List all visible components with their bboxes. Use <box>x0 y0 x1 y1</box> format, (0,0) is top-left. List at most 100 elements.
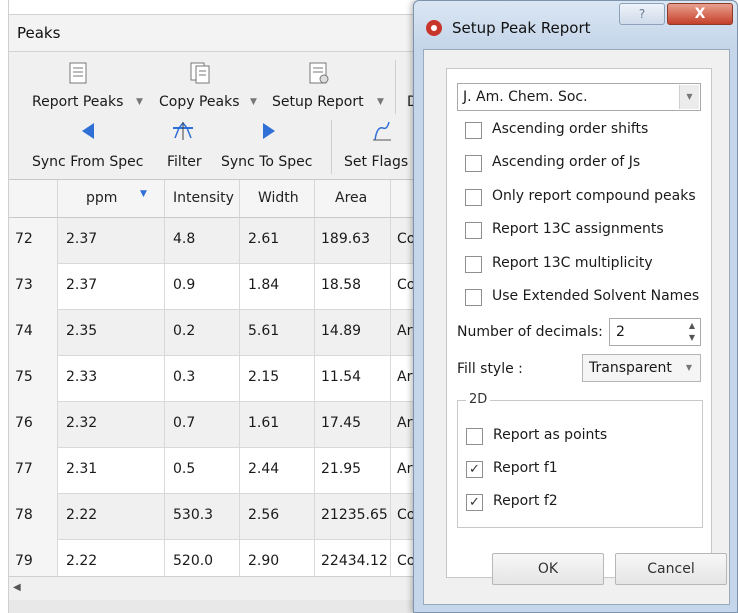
cell-ppm[interactable]: 2.22 <box>58 494 165 540</box>
checkbox-label[interactable]: Report 13C assignments <box>492 221 664 237</box>
cell-value: 4.8 <box>173 231 196 247</box>
table-row[interactable]: 74 2.35 0.2 5.61 14.89 Art <box>9 310 428 356</box>
cell-n[interactable]: 72 <box>9 218 58 264</box>
cell-intensity[interactable]: 0.3 <box>165 356 240 402</box>
checkbox[interactable] <box>465 122 482 139</box>
horizontal-scrollbar[interactable]: ◀ <box>9 576 428 600</box>
table-row[interactable]: 77 2.31 0.5 2.44 21.95 Art <box>9 448 428 494</box>
cell-area[interactable]: 11.54 <box>315 356 391 402</box>
table-row[interactable]: 72 2.37 4.8 2.61 189.63 Co <box>9 218 428 264</box>
table-row[interactable]: 78 2.22 530.3 2.56 21235.65 Co <box>9 494 428 540</box>
cell-n[interactable]: 74 <box>9 310 58 356</box>
cell-width[interactable]: 1.61 <box>240 402 315 448</box>
copy-peaks-dropdown-icon[interactable]: ▼ <box>250 97 257 107</box>
sync-from-spec-button[interactable]: Sync From Spec <box>32 154 143 170</box>
cell-area[interactable]: 189.63 <box>315 218 391 264</box>
cell-width[interactable]: 2.15 <box>240 356 315 402</box>
checkbox-checked[interactable]: ✓ <box>466 461 483 478</box>
report-peaks-button[interactable]: Report Peaks <box>32 94 123 110</box>
cell-intensity[interactable]: 0.5 <box>165 448 240 494</box>
close-button[interactable]: X <box>667 3 733 25</box>
checkbox[interactable] <box>465 255 482 273</box>
checkbox-label[interactable]: Only report compound peaks <box>492 188 696 204</box>
cell-n[interactable]: 73 <box>9 264 58 310</box>
set-flags-icon[interactable] <box>371 120 393 146</box>
spin-down-icon[interactable]: ▼ <box>686 332 698 344</box>
copy-peaks-icon[interactable] <box>190 62 210 88</box>
cell-area[interactable]: 18.58 <box>315 264 391 310</box>
cell-n[interactable]: 77 <box>9 448 58 494</box>
checkbox[interactable] <box>465 222 482 240</box>
checkbox-label[interactable]: Report f1 <box>493 460 558 476</box>
cell-value: 2.37 <box>66 231 98 247</box>
setup-report-icon[interactable] <box>309 62 329 88</box>
dialog-titlebar[interactable]: Setup Peak Report ? X <box>414 1 737 49</box>
cell-area[interactable]: 21.95 <box>315 448 391 494</box>
sync-from-spec-icon[interactable] <box>81 122 95 144</box>
cell-n[interactable]: 76 <box>9 402 58 448</box>
cell-ppm[interactable]: 2.33 <box>58 356 165 402</box>
cell-ppm[interactable]: 2.31 <box>58 448 165 494</box>
table-row[interactable]: 75 2.33 0.3 2.15 11.54 Art <box>9 356 428 402</box>
cell-intensity[interactable]: 0.7 <box>165 402 240 448</box>
checkbox-label[interactable]: Ascending order shifts <box>492 121 648 137</box>
cell-width[interactable]: 2.61 <box>240 218 315 264</box>
report-peaks-icon[interactable] <box>69 62 87 88</box>
table-row[interactable]: 76 2.32 0.7 1.61 17.45 Art <box>9 402 428 448</box>
cell-area[interactable]: 21235.65 <box>315 494 391 540</box>
setup-report-dropdown-icon[interactable]: ▼ <box>377 97 384 107</box>
cell-width[interactable]: 5.61 <box>240 310 315 356</box>
checkbox-checked[interactable]: ✓ <box>466 494 483 511</box>
checkbox-label[interactable]: Report 13C multiplicity <box>492 255 653 271</box>
setup-report-button[interactable]: Setup Report <box>272 94 364 110</box>
cell-n[interactable]: 75 <box>9 356 58 402</box>
sync-to-spec-button[interactable]: Sync To Spec <box>221 154 312 170</box>
cell-n[interactable]: 78 <box>9 494 58 540</box>
toolbar-separator <box>331 120 332 174</box>
cell-width[interactable]: 1.84 <box>240 264 315 310</box>
table-row[interactable]: 73 2.37 0.9 1.84 18.58 Co <box>9 264 428 310</box>
set-flags-button[interactable]: Set Flags <box>344 154 408 170</box>
checkbox-label[interactable]: Ascending order of Js <box>492 154 640 170</box>
filter-button[interactable]: Filter <box>167 154 202 170</box>
checkbox-label[interactable]: Use Extended Solvent Names <box>492 288 699 304</box>
checkbox[interactable] <box>465 155 482 173</box>
checkbox[interactable] <box>466 428 483 445</box>
cell-width[interactable]: 2.56 <box>240 494 315 540</box>
cell-intensity[interactable]: 4.8 <box>165 218 240 264</box>
cell-intensity[interactable]: 0.2 <box>165 310 240 356</box>
column-header-intensity[interactable]: Intensity <box>165 180 240 218</box>
cell-intensity[interactable]: 530.3 <box>165 494 240 540</box>
checkbox[interactable] <box>465 289 482 306</box>
spin-up-icon[interactable]: ▲ <box>686 320 698 332</box>
copy-peaks-button[interactable]: Copy Peaks <box>159 94 240 110</box>
decimals-spinbox[interactable]: 2 ▲ ▼ <box>609 318 701 346</box>
cell-ppm[interactable]: 2.37 <box>58 218 165 264</box>
cell-intensity[interactable]: 0.9 <box>165 264 240 310</box>
cell-ppm[interactable]: 2.32 <box>58 402 165 448</box>
column-header-area[interactable]: Area <box>315 180 391 218</box>
checkbox-label[interactable]: Report f2 <box>493 493 558 509</box>
help-button[interactable]: ? <box>619 3 665 25</box>
checkbox-label[interactable]: Report as points <box>493 427 607 443</box>
cancel-button[interactable]: Cancel <box>615 553 727 585</box>
sync-to-spec-icon[interactable] <box>262 122 276 144</box>
cell-ppm[interactable]: 2.35 <box>58 310 165 356</box>
filter-icon[interactable] <box>171 120 195 146</box>
scroll-left-icon[interactable]: ◀ <box>13 582 21 593</box>
cell-width[interactable]: 2.44 <box>240 448 315 494</box>
report-peaks-dropdown-icon[interactable]: ▼ <box>136 97 143 107</box>
ok-button[interactable]: OK <box>492 553 604 585</box>
chevron-down-icon[interactable]: ▼ <box>679 85 699 109</box>
chevron-down-icon[interactable]: ▼ <box>686 363 692 372</box>
cell-area[interactable]: 17.45 <box>315 402 391 448</box>
cell-area[interactable]: 14.89 <box>315 310 391 356</box>
column-header-label: ppm <box>86 190 118 206</box>
fill-style-select[interactable]: Transparent ▼ <box>582 354 701 382</box>
column-header-width[interactable]: Width <box>240 180 315 218</box>
journal-format-select[interactable]: J. Am. Chem. Soc. ▼ <box>457 83 701 111</box>
column-header-ppm[interactable]: ppm ▼ <box>58 180 165 218</box>
cell-ppm[interactable]: 2.37 <box>58 264 165 310</box>
sort-descending-icon[interactable]: ▼ <box>140 189 147 199</box>
checkbox[interactable] <box>465 188 482 206</box>
